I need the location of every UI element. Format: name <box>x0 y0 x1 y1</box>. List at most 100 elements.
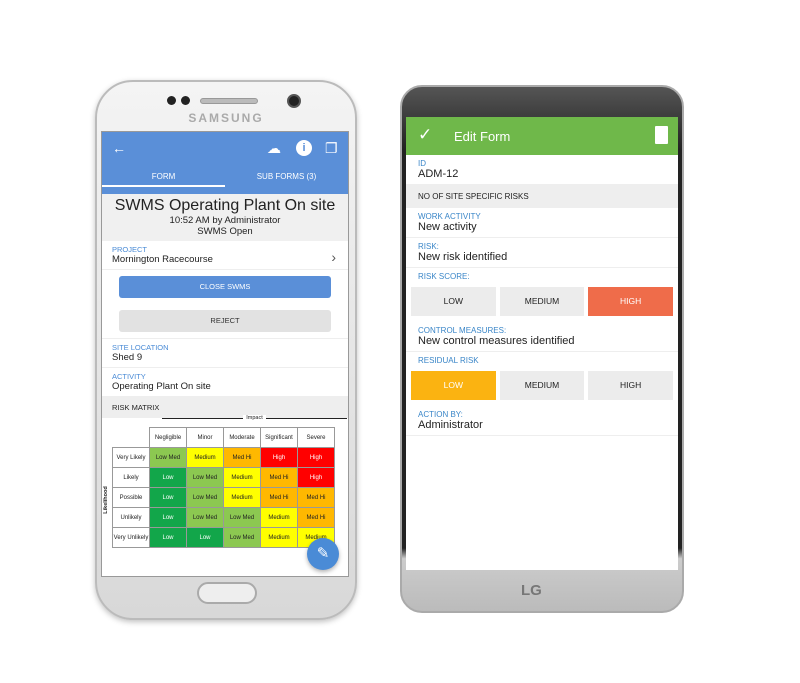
matrix-cell: Med Hi <box>297 507 335 528</box>
matrix-row: Possible Low Low Med Medium Med Hi Med Hi <box>112 487 335 508</box>
matrix-cell: High <box>260 447 298 468</box>
site-location-field: SITE LOCATION Shed 9 <box>102 338 348 368</box>
info-icon[interactable]: i <box>296 140 312 156</box>
back-arrow-icon[interactable]: ← <box>112 140 126 156</box>
action-by-label: ACTION BY: <box>418 410 463 419</box>
matrix-cell: Low Med <box>223 527 261 548</box>
matrix-row: Very Unlikely Low Low Low Med Medium Medium <box>112 527 335 548</box>
matrix-row-header: Very Likely <box>112 447 150 468</box>
matrix-cell: Low Med <box>149 447 187 468</box>
matrix-cell: High <box>297 467 335 488</box>
matrix-column-header: Severe <box>297 427 335 448</box>
action-by-value: Administrator <box>418 419 483 431</box>
matrix-column-header: Minor <box>186 427 224 448</box>
risk-matrix-title: RISK MATRIX <box>102 397 348 418</box>
checkmark-icon[interactable]: ✓ <box>418 125 432 145</box>
screen-title: Edit Form <box>454 129 511 144</box>
matrix-cell: Low <box>149 527 187 548</box>
matrix-corner <box>113 428 150 448</box>
risk-score-field: RISK SCORE: <box>406 268 678 281</box>
matrix-cell: Med Hi <box>297 487 335 508</box>
matrix-cell: Med Hi <box>223 447 261 468</box>
matrix-row: Unlikely Low Low Med Low Med Medium Med Hi <box>112 507 335 528</box>
risk-score-label: RISK SCORE: <box>418 272 470 281</box>
tab-form[interactable]: FORM <box>102 172 225 187</box>
risk-label: RISK: <box>418 242 439 251</box>
activity-label: ACTIVITY <box>112 372 146 381</box>
app-bar: ✓ Edit Form <box>406 117 678 155</box>
resid-option-high[interactable]: HIGH <box>588 371 674 400</box>
copy-icon[interactable]: ❐ <box>325 140 338 157</box>
camera-icon <box>287 94 301 108</box>
matrix-column-header: Moderate <box>223 427 261 448</box>
impact-axis-label: Impact <box>243 415 266 421</box>
score-option-high[interactable]: HIGH <box>588 287 674 316</box>
control-measures-label: CONTROL MEASURES: <box>418 326 507 335</box>
id-field: ID ADM-12 <box>406 155 678 185</box>
matrix-cell: Medium <box>223 487 261 508</box>
matrix-cell: Medium <box>186 447 224 468</box>
matrix-cell: Low Med <box>223 507 261 528</box>
action-by-field[interactable]: ACTION BY: Administrator <box>406 406 678 436</box>
risk-field[interactable]: RISK: New risk identified <box>406 238 678 268</box>
brand-logo: SAMSUNG <box>188 111 264 125</box>
form-header: SWMS Operating Plant On site 10:52 AM by… <box>102 194 348 241</box>
project-value: Mornington Racecourse <box>112 254 213 265</box>
matrix-cell: Medium <box>260 507 298 528</box>
sensor-icon <box>181 96 190 105</box>
matrix-cell: Med Hi <box>260 487 298 508</box>
matrix-cell: Low <box>149 487 187 508</box>
sensor-icon <box>167 96 176 105</box>
brand-logo: LG <box>521 582 542 599</box>
matrix-cell: Low <box>149 467 187 488</box>
home-button[interactable] <box>197 582 257 604</box>
resid-option-low[interactable]: LOW <box>411 371 496 400</box>
id-value: ADM-12 <box>418 168 459 180</box>
matrix-cell: Med Hi <box>260 467 298 488</box>
matrix-row-header: Likely <box>112 467 150 488</box>
score-option-medium[interactable]: MEDIUM <box>499 287 585 316</box>
speaker <box>200 98 258 104</box>
project-field[interactable]: PROJECT Mornington Racecourse › <box>102 241 348 270</box>
work-activity-field[interactable]: WORK ACTIVITY New activity <box>406 208 678 238</box>
cloud-download-icon[interactable]: ☁ <box>267 140 281 157</box>
matrix-cell: Low <box>149 507 187 528</box>
site-location-value: Shed 9 <box>112 352 143 363</box>
score-option-low[interactable]: LOW <box>411 287 496 316</box>
matrix-row: Very Likely Low Med Medium Med Hi High High <box>112 447 335 468</box>
work-activity-label: WORK ACTIVITY <box>418 212 481 221</box>
risk-score-selector: LOW MEDIUM HIGH <box>406 281 678 322</box>
pencil-icon: ✎ <box>316 545 330 562</box>
site-location-label: SITE LOCATION <box>112 343 169 352</box>
risk-matrix-table: Negligible Minor Moderate Significant Severe… <box>112 427 335 548</box>
activity-field: ACTIVITY Operating Plant On site <box>102 368 348 397</box>
control-measures-field[interactable]: CONTROL MEASURES: New control measures id… <box>406 322 678 352</box>
form-title: SWMS Operating Plant On site <box>114 197 336 214</box>
matrix-column-header: Significant <box>260 427 298 448</box>
matrix-row-header: Unlikely <box>112 507 150 528</box>
swms-screen: ← ☁ i ❐ FORM SUB FORMS (3) SWMS Operatin… <box>101 131 349 577</box>
matrix-column-header: Negligible <box>149 427 187 448</box>
form-status: SWMS Open <box>197 226 253 237</box>
matrix-row-header: Very Unlikely <box>112 527 150 548</box>
resid-option-medium[interactable]: MEDIUM <box>499 371 585 400</box>
matrix-row-header: Possible <box>112 487 150 508</box>
residual-risk-selector: LOW MEDIUM HIGH <box>406 365 678 406</box>
edit-fab[interactable]: ✎ <box>307 538 339 570</box>
app-bar: ← ☁ i ❐ FORM SUB FORMS (3) <box>102 132 348 194</box>
matrix-cell: High <box>297 447 335 468</box>
matrix-cell: Medium <box>223 467 261 488</box>
matrix-cell: Low Med <box>186 467 224 488</box>
trash-icon[interactable] <box>655 126 668 144</box>
reject-button[interactable]: REJECT <box>119 310 331 332</box>
id-label: ID <box>418 159 426 168</box>
residual-risk-field: RESIDUAL RISK <box>406 352 678 365</box>
section-header: NO OF SITE SPECIFIC RISKS <box>406 185 678 208</box>
work-activity-value: New activity <box>418 221 477 233</box>
close-swms-button[interactable]: CLOSE SWMS <box>119 276 331 298</box>
matrix-row: Likely Low Low Med Medium Med Hi High <box>112 467 335 488</box>
project-label: PROJECT <box>112 245 148 254</box>
tab-sub-forms[interactable]: SUB FORMS (3) <box>225 172 348 181</box>
chevron-right-icon: › <box>331 249 336 265</box>
edit-form-screen: ✓ Edit Form ID ADM-12 NO OF SITE SPECIFIC… <box>406 117 678 570</box>
